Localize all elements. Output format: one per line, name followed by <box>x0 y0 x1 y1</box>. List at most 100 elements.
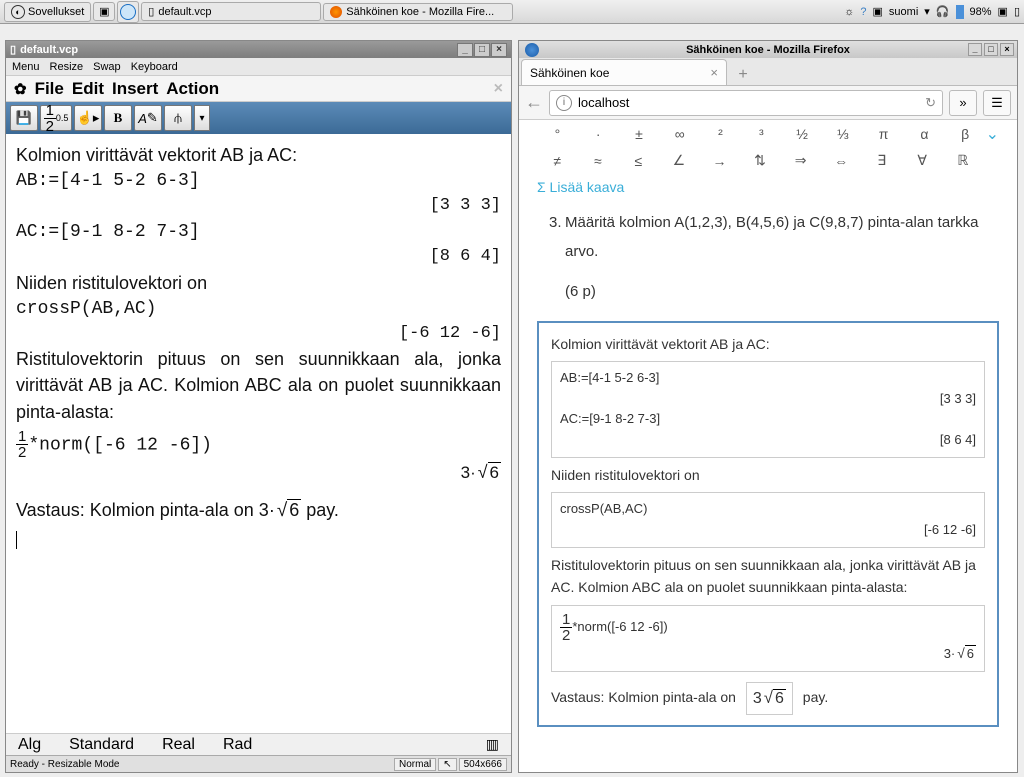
result-line: [3 3 3] <box>16 194 501 219</box>
sym-btn[interactable]: ² <box>700 126 741 142</box>
text-line: Vastaus: Kolmion pinta-ala on 3·6 pay. <box>16 497 501 524</box>
vcp-editor[interactable]: Kolmion virittävät vektorit AB ja AC: AB… <box>6 134 511 733</box>
globe-button[interactable] <box>117 1 139 23</box>
menu-menu[interactable]: Menu <box>12 61 40 73</box>
sym-btn[interactable]: → <box>699 153 740 169</box>
maximize-button[interactable]: □ <box>474 43 490 57</box>
sym-btn[interactable]: ∀ <box>902 152 943 169</box>
menu-resize[interactable]: Resize <box>50 61 84 73</box>
mode-rad[interactable]: Rad <box>223 736 252 754</box>
tab-close-icon[interactable]: × <box>710 65 718 80</box>
answer-box[interactable]: Kolmion virittävät vektorit AB ja AC: AB… <box>537 321 999 727</box>
appmenu-action[interactable]: Action <box>166 79 219 99</box>
sym-btn[interactable]: · <box>578 126 619 142</box>
os-logo-icon: ◐ <box>11 5 25 19</box>
bold-button[interactable]: B <box>104 105 132 131</box>
symbol-row-2: ≠ ≈ ≤ ∠ → ⇅ ⇒ ⇔ ∃ ∀ ℝ <box>519 148 1017 173</box>
sym-btn[interactable]: ½ <box>782 126 823 142</box>
help-icon[interactable]: ? <box>860 6 866 18</box>
task-vcp[interactable]: ▯ default.vcp <box>141 2 321 21</box>
final-answer-box: 36 <box>746 682 793 715</box>
firefox-titlebar[interactable]: Sähköinen koe - Mozilla Firefox _ □ × <box>519 41 1017 58</box>
vcp-menubar: Menu Resize Swap Keyboard <box>6 58 511 76</box>
close-button[interactable]: × <box>1000 43 1014 56</box>
close-panel-icon[interactable]: × <box>494 80 503 98</box>
sym-btn[interactable]: α <box>904 126 945 142</box>
question-points: (6 p) <box>565 278 985 307</box>
appmenu-insert[interactable]: Insert <box>112 79 158 99</box>
mode-alg[interactable]: Alg <box>18 736 41 754</box>
sym-btn[interactable]: ⇅ <box>740 152 781 169</box>
vcp-titlebar[interactable]: ▯ default.vcp _ □ × <box>6 41 511 58</box>
close-button[interactable]: × <box>491 43 507 57</box>
menu-button[interactable]: ☰ <box>983 90 1011 116</box>
tray-icon-2[interactable]: ▯ <box>1014 5 1020 18</box>
sym-btn[interactable]: ⇒ <box>780 152 821 169</box>
sym-btn[interactable]: ⇔ <box>821 153 862 169</box>
minimize-button[interactable]: _ <box>457 43 473 57</box>
code-box: crossP(AB,AC) [-6 12 -6] <box>551 492 985 548</box>
sym-btn[interactable]: ° <box>537 126 578 142</box>
brightness-icon[interactable]: ☼ <box>844 6 854 18</box>
reload-icon[interactable]: ↻ <box>925 95 936 111</box>
browser-tab[interactable]: Sähköinen koe × <box>521 59 727 85</box>
add-formula-link[interactable]: Σ Lisää kaava <box>519 173 1017 201</box>
style-button[interactable]: A✎ <box>134 105 162 131</box>
sym-btn[interactable]: ℝ <box>942 152 983 169</box>
gear-icon[interactable]: ✿ <box>14 80 27 98</box>
chevron-down-icon[interactable]: ⌄ <box>986 124 999 144</box>
status-mode: Normal <box>394 758 436 771</box>
mode-real[interactable]: Real <box>162 736 195 754</box>
new-tab-button[interactable]: + <box>731 65 755 85</box>
question-text: Määritä kolmion A(1,2,3), B(4,5,6) ja C(… <box>565 209 985 266</box>
address-bar[interactable]: i localhost ↻ <box>549 90 943 116</box>
sym-btn[interactable]: β <box>945 126 986 142</box>
vcp-app-menu: ✿ File Edit Insert Action × <box>6 76 511 102</box>
answer-text: Ristitulovektorin pituus on sen suunnikk… <box>551 554 985 599</box>
code-line: crossP(AB,AC) <box>16 296 501 322</box>
mode-standard[interactable]: Standard <box>69 736 134 754</box>
pointer-button[interactable]: ☝▸ <box>74 105 102 131</box>
info-icon[interactable]: i <box>556 95 572 111</box>
symbol-row-1: ° · ± ∞ ² ³ ½ ⅓ π α β ⌄ <box>519 120 1017 148</box>
minimize-button[interactable]: _ <box>968 43 982 56</box>
sym-btn[interactable]: ≠ <box>537 153 578 169</box>
fraction-button[interactable]: 120.5 <box>40 105 72 131</box>
sym-btn[interactable]: ≤ <box>618 153 659 169</box>
save-button[interactable]: 💾 <box>10 105 38 131</box>
result-line: 3·6 <box>16 460 501 488</box>
tray-icon-1[interactable]: ▣ <box>998 5 1008 18</box>
appmenu-file[interactable]: File <box>35 79 64 99</box>
result-line: [-6 12 -6] <box>16 322 501 347</box>
sym-btn[interactable]: ³ <box>741 126 782 142</box>
overflow-button[interactable]: » <box>949 90 977 116</box>
sym-btn[interactable]: π <box>863 126 904 142</box>
language-indicator[interactable]: suomi <box>889 6 918 18</box>
headphones-icon[interactable]: 🎧 <box>936 5 950 18</box>
toolbar-dropdown[interactable]: ▾ <box>194 105 210 131</box>
sym-btn[interactable]: ∞ <box>659 126 700 142</box>
sym-btn[interactable]: ∠ <box>659 152 700 169</box>
sym-btn[interactable]: ≈ <box>578 153 619 169</box>
page-content: ° · ± ∞ ² ³ ½ ⅓ π α β ⌄ ≠ ≈ ≤ ∠ → ⇅ ⇒ ⇔ … <box>519 120 1017 772</box>
sym-btn[interactable]: ∃ <box>861 152 902 169</box>
sym-btn[interactable]: ± <box>619 126 660 142</box>
battery-percent: 98% <box>970 6 992 18</box>
menu-keyboard[interactable]: Keyboard <box>131 61 178 73</box>
sym-btn[interactable]: ⅓ <box>822 126 863 142</box>
answer-text: Niiden ristitulovektori on <box>551 464 985 486</box>
workspace-switcher[interactable]: ▣ <box>93 2 115 21</box>
graph-button[interactable]: ⫛ <box>164 105 192 131</box>
maximize-button[interactable]: □ <box>984 43 998 56</box>
firefox-window: Sähköinen koe - Mozilla Firefox _ □ × Sä… <box>518 40 1018 773</box>
appmenu-edit[interactable]: Edit <box>72 79 104 99</box>
camera-icon[interactable]: ▣ <box>873 5 883 18</box>
applications-menu[interactable]: ◐ Sovellukset <box>4 2 91 22</box>
result-line: [8 6 4] <box>16 245 501 270</box>
status-text: Ready - Resizable Mode <box>10 759 120 770</box>
back-button[interactable]: ← <box>525 92 543 113</box>
dropdown-icon: ▾ <box>924 5 930 18</box>
task-firefox[interactable]: Sähköinen koe - Mozilla Fire... <box>323 3 513 21</box>
text-cursor <box>16 531 17 549</box>
menu-swap[interactable]: Swap <box>93 61 121 73</box>
